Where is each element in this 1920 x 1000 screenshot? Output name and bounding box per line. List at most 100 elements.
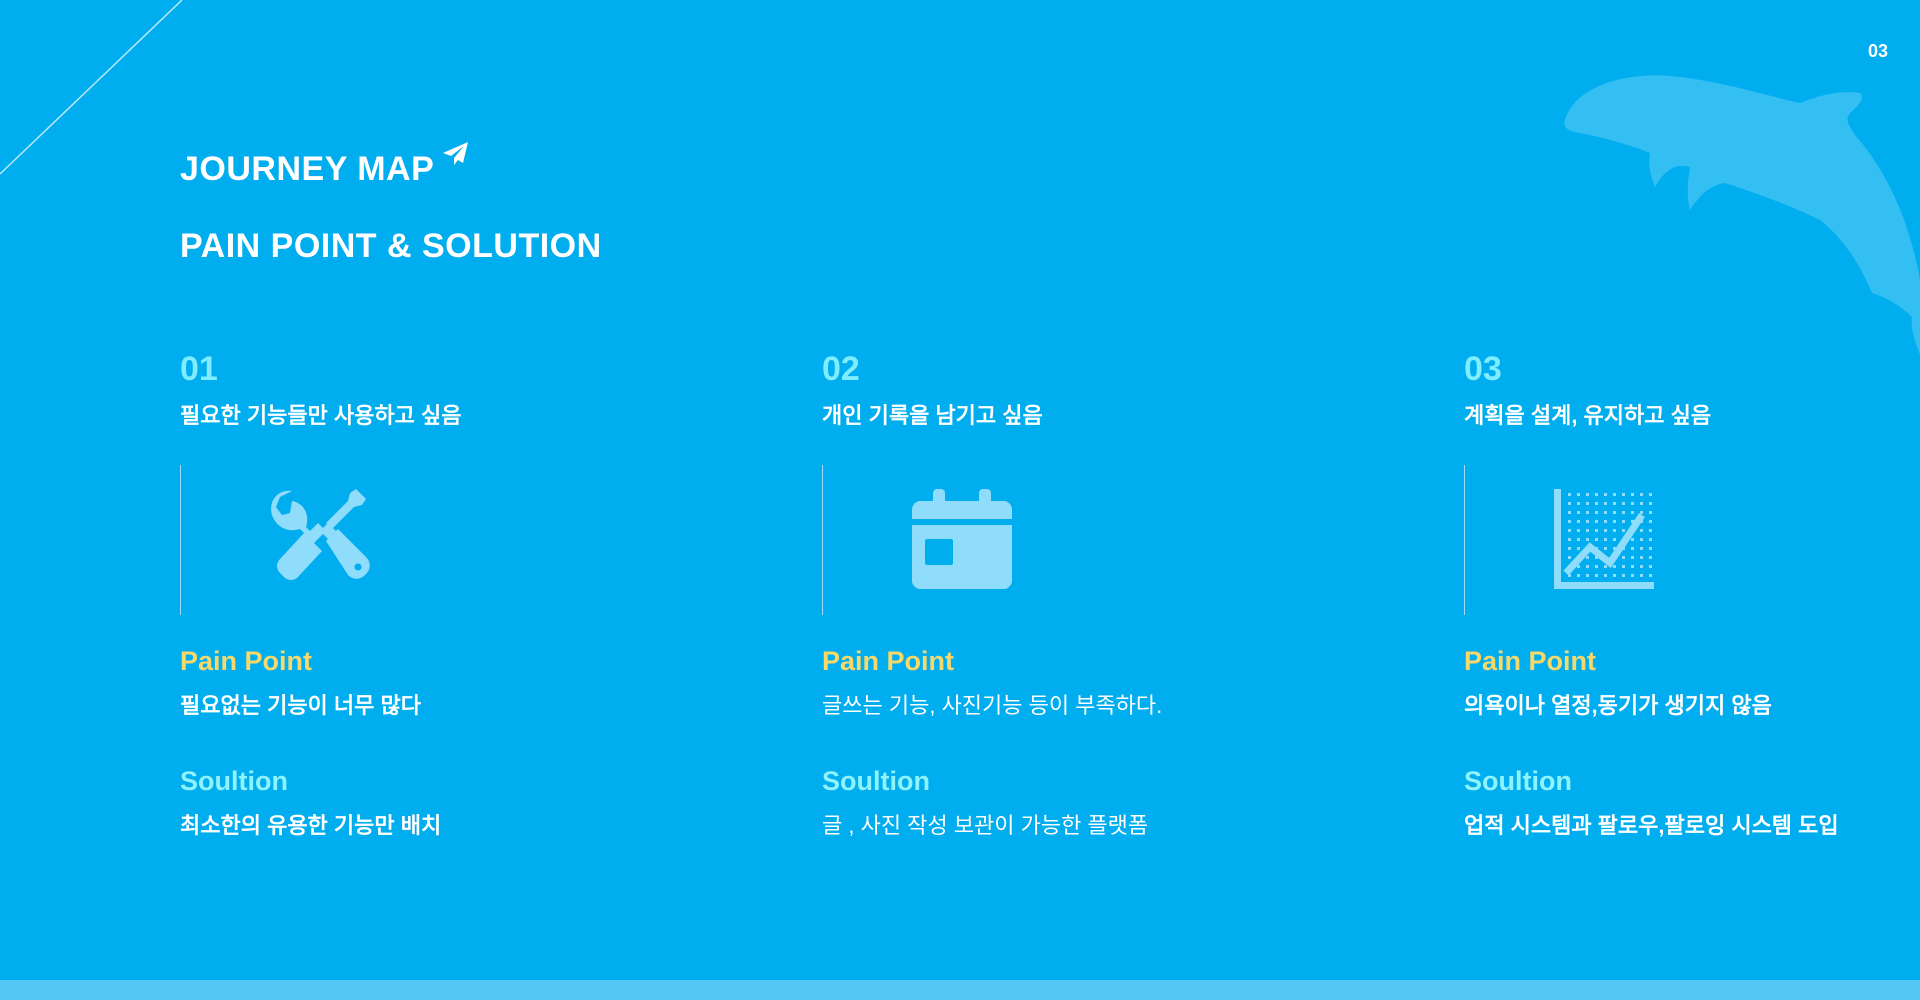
journey-column-2: 02 개인 기록을 남기고 싶음 Pain Point 글쓰는 기능, 사진기능… [822,345,1342,841]
chart-grid-dot [1640,547,1643,550]
chart-grid-dot [1649,538,1652,541]
chart-grid-dot [1649,493,1652,496]
chart-grid-dot [1595,529,1598,532]
chart-grid-dot [1640,538,1643,541]
chart-grid-dot [1595,511,1598,514]
chart-grid-dot [1577,511,1580,514]
pain-point-label: Pain Point [822,646,955,676]
divider-line [822,465,823,615]
decorative-diagonal-line [0,0,183,175]
icon-area [822,465,1342,615]
chart-grid-dot [1595,574,1598,577]
chart-grid-dot [1586,538,1589,541]
chart-grid-dot [1613,493,1616,496]
chart-grid-dot [1640,565,1643,568]
chart-grid-dot [1595,493,1598,496]
chart-grid-dot [1595,565,1598,568]
chart-grid-dot [1568,520,1571,523]
chart-grid-dot [1604,511,1607,514]
chart-grid-dot [1577,529,1580,532]
chart-grid-dot [1577,538,1580,541]
solution-label: Soultion [822,766,930,796]
pain-point-label: Pain Point [1464,646,1597,676]
chart-grid-dot [1595,538,1598,541]
chart-grid-dot [1577,502,1580,505]
solution-text: 최소한의 유용한 기능만 배치 [180,813,442,838]
chart-grid-dot [1577,493,1580,496]
slide: 03 JOURNEY MAP PAIN POINT & SOLUTION 01 … [0,0,1920,1000]
chart-grid-dot [1604,574,1607,577]
chart-grid-dot [1604,493,1607,496]
chart-grid-dot [1649,565,1652,568]
chart-grid-dot [1586,520,1589,523]
chart-grid-dot [1568,511,1571,514]
chart-grid-dot [1577,520,1580,523]
chart-grid-dot [1604,502,1607,505]
tools-icon [271,489,370,580]
chart-grid-dot [1631,547,1634,550]
line-chart-icon [1554,489,1654,589]
pain-point-text: 필요없는 기능이 너무 많다 [180,693,421,718]
chart-grid-dot [1649,502,1652,505]
step-number: 02 [822,350,860,388]
chart-grid-dot [1640,511,1643,514]
chart-grid-dot [1586,529,1589,532]
chart-grid-dot [1613,511,1616,514]
divider-line [1464,465,1465,615]
chart-grid-dot [1649,511,1652,514]
chart-grid-dot [1649,547,1652,550]
chart-grid-dot [1631,556,1634,559]
pain-point-text: 의욕이나 열정,동기가 생기지 않음 [1464,693,1772,718]
chart-grid-dot [1568,529,1571,532]
chart-grid-dot [1586,574,1589,577]
chart-grid-dot [1568,547,1571,550]
chart-grid-dot [1631,511,1634,514]
pain-point-text: 글쓰는 기능, 사진기능 등이 부족하다. [822,693,1163,718]
chart-grid-dot [1568,556,1571,559]
solution-text: 글 , 사진 작성 보관이 가능한 플랫폼 [822,813,1149,838]
chart-grid-dot [1649,520,1652,523]
step-number: 03 [1464,350,1502,388]
user-need: 계획을 설계, 유지하고 싶음 [1464,403,1712,428]
step-number: 01 [180,350,218,388]
chart-grid-dot [1622,511,1625,514]
chart-grid-dot [1586,556,1589,559]
chart-grid-dot [1613,502,1616,505]
paper-plane-icon [443,142,469,165]
chart-grid-dot [1586,565,1589,568]
chart-grid-dot [1640,529,1643,532]
solution-label: Soultion [180,766,288,796]
chart-grid-dot [1586,502,1589,505]
chart-grid-dot [1622,520,1625,523]
chart-grid-dot [1604,529,1607,532]
chart-grid-dot [1604,520,1607,523]
chart-grid-dot [1622,565,1625,568]
chart-grid-dot [1622,574,1625,577]
chart-grid-dot [1595,520,1598,523]
chart-grid-dot [1577,574,1580,577]
chart-grid-dot [1649,529,1652,532]
dolphin-silhouette-icon [1564,75,1920,355]
chart-grid-dot [1604,565,1607,568]
chart-grid-dot [1568,493,1571,496]
chart-grid-dot [1631,538,1634,541]
chart-grid-dot [1613,529,1616,532]
chart-grid-dot [1640,556,1643,559]
chart-grid-dot [1613,538,1616,541]
chart-grid-dot [1613,520,1616,523]
chart-grid-dot [1622,556,1625,559]
user-need: 개인 기록을 남기고 싶음 [822,403,1043,428]
chart-grid-dot [1586,493,1589,496]
chart-grid-dot [1604,547,1607,550]
page-title: JOURNEY MAP [180,142,470,189]
calendar-icon [912,489,1012,589]
page-subtitle: PAIN POINT & SOLUTION [180,227,602,265]
chart-grid-dot [1613,565,1616,568]
chart-grid-dot [1640,502,1643,505]
chart-grid-dot [1631,502,1634,505]
page-number: 03 [1867,41,1888,61]
chart-grid-dot [1586,511,1589,514]
icon-area [1464,465,1920,615]
journey-column-1: 01 필요한 기능들만 사용하고 싶음 Pain Point 필요없는 기능이 [180,345,700,841]
icon-area [180,465,700,615]
